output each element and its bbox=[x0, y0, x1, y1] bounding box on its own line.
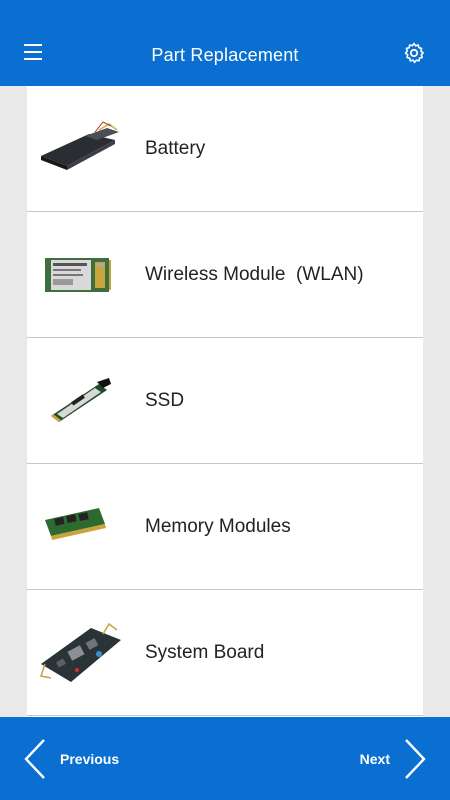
list-item-ssd[interactable]: SSD bbox=[27, 338, 423, 464]
parts-list: Battery Wireless Module (WLAN) SSD Memor… bbox=[27, 86, 423, 717]
previous-label: Previous bbox=[60, 750, 120, 767]
chevron-left-icon bbox=[24, 738, 45, 779]
next-button[interactable]: Next bbox=[360, 717, 428, 800]
next-label: Next bbox=[359, 750, 390, 767]
chevron-right-icon bbox=[405, 738, 426, 779]
list-item-label: Wireless Module (WLAN) bbox=[145, 264, 364, 285]
ssd-image bbox=[51, 378, 111, 422]
list-item-system-board[interactable]: System Board bbox=[27, 590, 423, 716]
list-item-label: Battery bbox=[145, 138, 206, 159]
page-title: Part Replacement bbox=[151, 45, 299, 65]
top-app-bar: Part Replacement bbox=[0, 0, 450, 86]
gear-icon[interactable] bbox=[402, 41, 426, 65]
list-item-label: SSD bbox=[145, 390, 185, 411]
list-item-label: System Board bbox=[145, 642, 265, 663]
list-item-battery[interactable]: Battery bbox=[27, 86, 423, 212]
bottom-navigation-bar: Previous Next bbox=[0, 717, 450, 800]
wlan-card-image bbox=[45, 258, 111, 292]
app-screen: Part Replacement Battery Wireless Module… bbox=[0, 0, 450, 800]
previous-button[interactable]: Previous bbox=[22, 717, 119, 800]
system-board-image bbox=[40, 622, 121, 682]
list-item-wireless-module[interactable]: Wireless Module (WLAN) bbox=[27, 212, 423, 338]
battery-image bbox=[41, 121, 119, 170]
list-item-label: Memory Modules bbox=[145, 516, 291, 537]
memory-module-image bbox=[45, 508, 106, 540]
list-item-memory-modules[interactable]: Memory Modules bbox=[27, 464, 423, 590]
